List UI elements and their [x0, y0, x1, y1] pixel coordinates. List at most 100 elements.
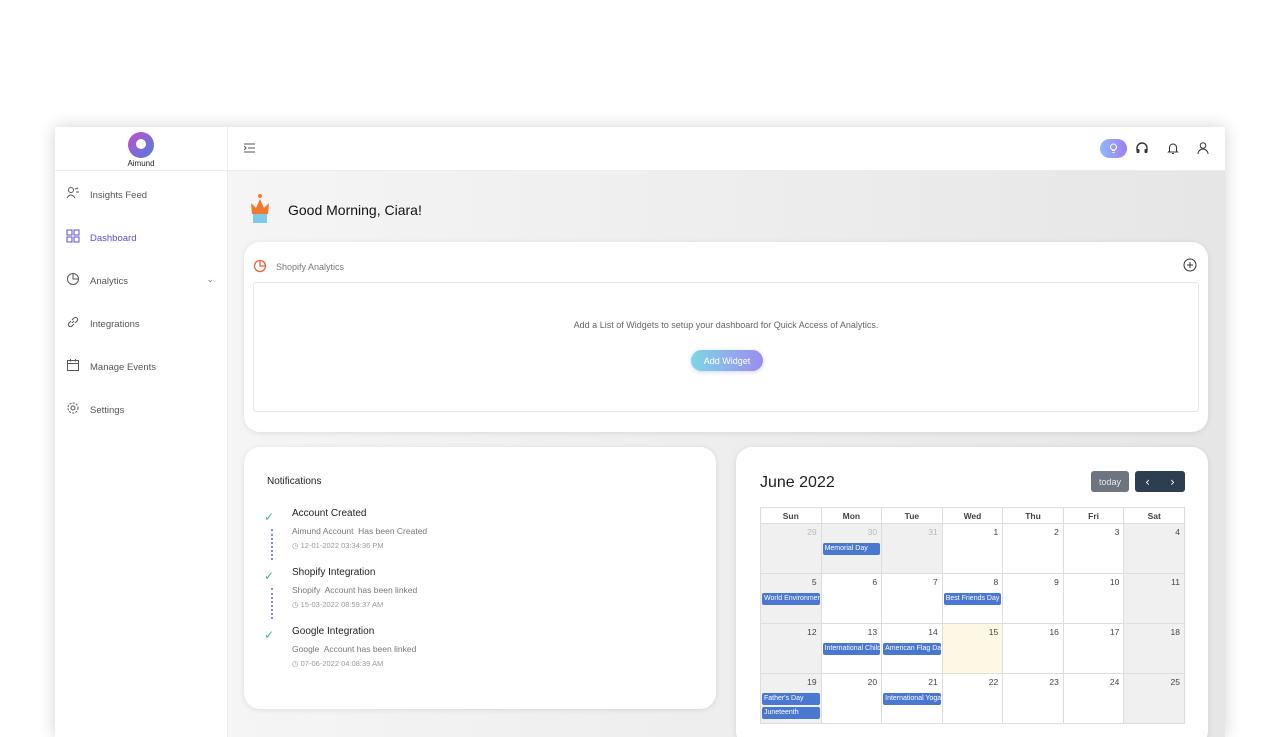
calendar-day-cell[interactable]: 12 [760, 623, 822, 674]
day-number: 13 [867, 627, 878, 637]
calendar-day-cell[interactable]: 17 [1062, 623, 1125, 674]
day-number: 18 [1170, 627, 1180, 637]
day-number: 10 [1109, 577, 1120, 587]
clock-icon: ◷ [292, 541, 299, 550]
day-number: 1 [993, 527, 999, 537]
calendar-day-cell[interactable]: 21 International Yoga Day [881, 673, 943, 724]
sidebar-item-analytics[interactable]: Analytics ⌄ [55, 257, 227, 300]
calendar-day-cell[interactable]: 15 [941, 623, 1004, 674]
headphones-icon[interactable] [1135, 141, 1149, 155]
prev-month-button[interactable]: ‹ [1135, 471, 1160, 492]
calendar-day-cell[interactable]: 10 [1062, 573, 1125, 624]
menu-toggle-icon[interactable] [244, 143, 255, 153]
greeting-text: Good Morning, Ciara! [288, 202, 422, 218]
calendar-day-cell[interactable]: 6 [820, 573, 883, 624]
weekday-header: Fri [1062, 507, 1125, 524]
sidebar-item-insights-feed[interactable]: Insights Feed [55, 171, 227, 214]
user-icon[interactable] [1196, 141, 1210, 155]
calendar-day-cell[interactable]: 4 [1123, 523, 1185, 574]
theme-toggle[interactable] [1100, 139, 1127, 158]
calendar-day-cell[interactable]: 5 World Environment Day [760, 573, 822, 624]
calendar-day-cell[interactable]: 29 [760, 523, 822, 574]
clock-icon: ◷ [292, 659, 299, 668]
pie-chart-icon [67, 273, 79, 285]
calendar-day-cell[interactable]: 3 [1062, 523, 1125, 574]
next-month-button[interactable]: › [1160, 471, 1185, 492]
day-number: 30 [867, 527, 878, 537]
notification-item: ✓ Shopify Integration Shopify Account ha… [264, 567, 684, 626]
day-number: 20 [867, 677, 878, 687]
calendar-title: June 2022 [760, 474, 835, 491]
sidebar-item-dashboard[interactable]: Dashboard [55, 214, 227, 257]
today-button[interactable]: today [1091, 471, 1129, 492]
gear-icon [67, 402, 79, 414]
calendar-day-cell[interactable]: 13 International Children's Day [820, 623, 883, 674]
calendar-day-cell[interactable]: 16 [1002, 623, 1064, 674]
notification-title: Shopify Integration [292, 567, 376, 578]
notification-source: Aimund Account [292, 526, 354, 536]
calendar-event[interactable]: American Flag Day [883, 643, 941, 655]
calendar-day-cell[interactable]: 14 American Flag Day [881, 623, 943, 674]
calendar-day-cell[interactable]: 20 [820, 673, 883, 724]
calendar-day-cell[interactable]: 7 [881, 573, 943, 624]
calendar-event[interactable]: World Environment Day [762, 593, 820, 605]
day-number: 21 [928, 677, 938, 687]
pie-chart-icon [253, 259, 267, 273]
add-widget-button[interactable]: Add Widget [691, 350, 763, 371]
empty-state-message: Add a List of Widgets to setup your dash… [573, 320, 879, 330]
sidebar-item-manage-events[interactable]: Manage Events [55, 343, 227, 386]
sidebar-item-integrations[interactable]: Integrations [55, 300, 227, 343]
logo[interactable]: Aimund [55, 127, 227, 171]
calendar-event[interactable]: Memorial Day [822, 543, 881, 555]
calendar-event[interactable]: Father's Day [762, 693, 820, 705]
calendar-day-cell[interactable]: 31 [881, 523, 943, 574]
calendar-event[interactable]: International Yoga Day [883, 693, 941, 705]
calendar-grid: Sun Mon Tue Wed Thu Fri Sat 29 30 Memorial Day 31… [760, 507, 1185, 724]
calendar-day-cell[interactable]: 1 [941, 523, 1004, 574]
clock-icon: ◷ [292, 600, 299, 609]
timestamp: 12-01-2022 03:34:36 PM [300, 541, 384, 550]
day-number: 12 [807, 627, 817, 637]
calendar-body: 29 30 Memorial Day 31 1 2 3 4 5 World Environment… [760, 523, 1185, 724]
widget-area: Add a List of Widgets to setup your dash… [253, 282, 1199, 412]
day-number: 17 [1109, 627, 1120, 637]
calendar-day-cell[interactable]: 23 [1002, 673, 1064, 724]
day-number: 15 [988, 627, 999, 637]
day-number: 7 [932, 577, 938, 587]
notification-message: Account has been linked [323, 644, 417, 654]
notification-time: ◷ 15-03-2022 08:59:37 AM [292, 600, 383, 609]
calendar-day-cell[interactable]: 2 [1002, 523, 1064, 574]
sidebar-item-label: Insights Feed [90, 190, 148, 201]
calendar-day-cell[interactable]: 19 Father's Day Juneteenth [760, 673, 822, 724]
crown-drink-icon [251, 194, 269, 223]
calendar-day-cell[interactable]: 8 Best Friends Day [941, 573, 1004, 624]
bell-icon[interactable] [1166, 141, 1180, 155]
calendar-day-cell[interactable]: 11 [1123, 573, 1185, 624]
add-circle-icon[interactable] [1183, 258, 1197, 272]
sidebar-item-label: Manage Events [90, 362, 157, 373]
calendar-card: June 2022 today ‹ › Sun Mon Tue Wed Thu Fri Sa… [736, 447, 1208, 737]
check-icon: ✓ [264, 510, 275, 524]
calendar-day-cell[interactable]: 30 Memorial Day [820, 523, 883, 574]
calendar-event[interactable]: Juneteenth [762, 707, 820, 719]
calendar-day-cell[interactable]: 22 [941, 673, 1004, 724]
calendar-event[interactable]: Best Friends Day [943, 593, 1002, 605]
logo-mark-icon [128, 131, 154, 158]
day-number: 11 [1171, 577, 1180, 587]
calendar-day-cell[interactable]: 25 [1123, 673, 1185, 724]
notification-time: ◷ 07-06-2022 04:08:39 AM [292, 659, 383, 668]
calendar-day-cell[interactable]: 18 [1123, 623, 1185, 674]
logo-text: Aimund [127, 158, 155, 168]
top-bar [228, 127, 1225, 171]
notification-title: Account Created [292, 508, 367, 519]
calendar-day-cell[interactable]: 9 [1002, 573, 1064, 624]
app-window: Aimund Insights Feed Dashboard Analytics… [55, 127, 1225, 737]
calendar-day-cell[interactable]: 24 [1062, 673, 1125, 724]
chevron-down-icon[interactable]: ⌄ [206, 274, 214, 285]
notification-description: Shopify Account has been linked [292, 585, 417, 595]
calendar-week-row: 29 30 Memorial Day 31 1 2 3 4 [760, 523, 1185, 574]
calendar-event[interactable]: International Children's Day [822, 643, 881, 655]
day-number: 29 [807, 527, 817, 537]
sidebar-item-settings[interactable]: Settings [55, 386, 227, 429]
insights-icon [66, 187, 79, 199]
